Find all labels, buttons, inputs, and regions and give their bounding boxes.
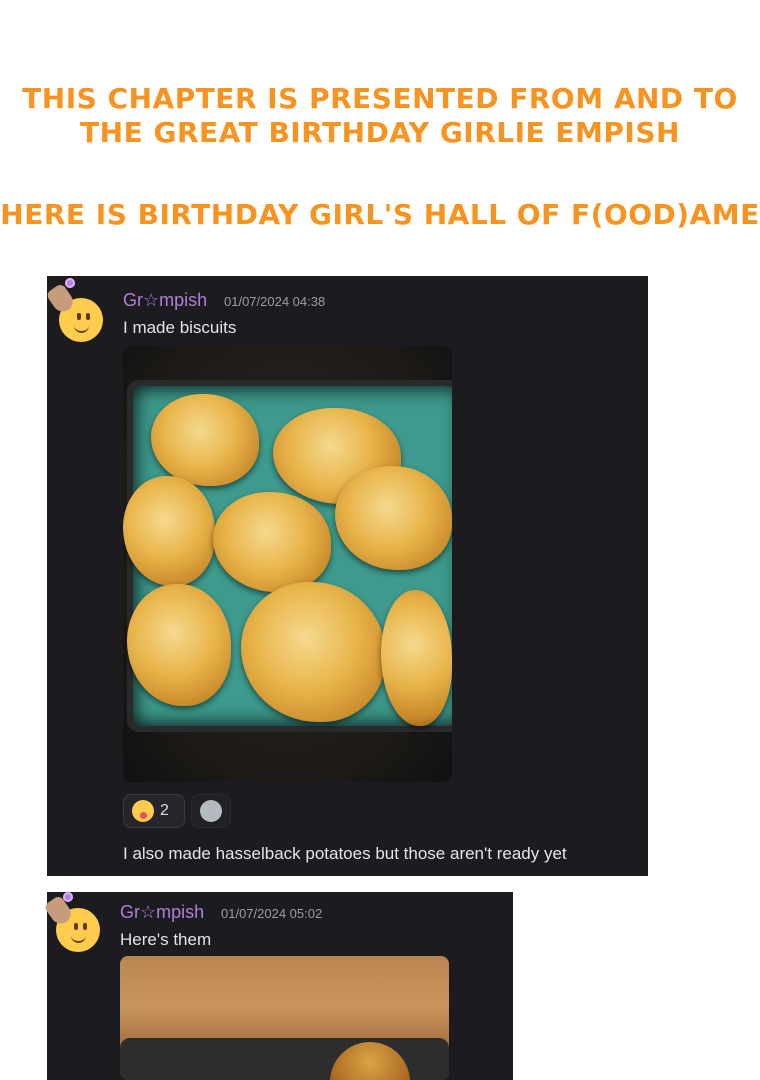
flower-icon xyxy=(65,278,75,288)
followup-message-text: I also made hasselback potatoes but thos… xyxy=(123,844,567,863)
chat-message-potatoes: Gr☆mpish 01/07/2024 05:02 Here's them xyxy=(43,892,513,1080)
timestamp: 01/07/2024 05:02 xyxy=(221,906,323,921)
message-text: I made biscuits xyxy=(123,318,237,337)
hall-of-fame-heading: Here is birthday girl's hall of f(ood)am… xyxy=(0,198,760,231)
username[interactable]: Gr☆mpish xyxy=(120,902,204,923)
biscuits-photo[interactable] xyxy=(123,346,452,782)
username[interactable]: Gr☆mpish xyxy=(123,290,207,311)
message-text: Here's them xyxy=(120,930,212,949)
biscuit xyxy=(381,590,452,726)
flower-icon xyxy=(63,892,73,902)
reaction-count: 2 xyxy=(160,802,169,819)
add-reaction-button[interactable] xyxy=(191,794,231,828)
chat-message-biscuits: Gr☆mpish 01/07/2024 04:38 I made biscuit… xyxy=(45,276,648,876)
timestamp: 01/07/2024 04:38 xyxy=(224,294,326,309)
potatoes-photo[interactable] xyxy=(120,956,449,1080)
dedication-heading: This chapter is presented from and to th… xyxy=(22,82,738,149)
reaction-yum[interactable]: 2 xyxy=(123,794,185,828)
add-reaction-icon xyxy=(200,800,222,822)
yum-face-icon xyxy=(132,800,154,822)
